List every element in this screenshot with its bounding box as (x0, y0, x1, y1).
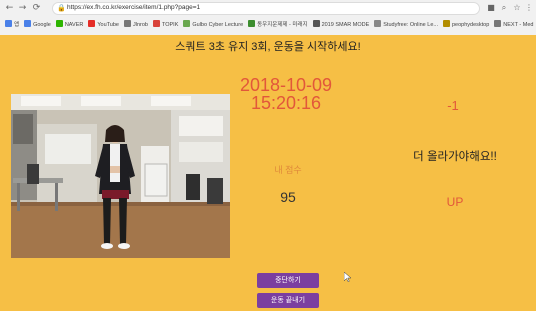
bookmark-item[interactable]: Gulbo Cyber Lecture (183, 18, 243, 33)
bookmarks-bar: 앱 Google NAVER YouTube Jlnrob TOPIK Gulbo Cybe… (0, 18, 536, 33)
address-bar-url: https://ex.fh.co.kr/exercise/item/1.php?… (67, 4, 201, 11)
bookmark-favicon-icon (183, 20, 191, 27)
bookmark-item[interactable]: 앱 (5, 18, 19, 33)
bookmark-favicon-icon (24, 20, 32, 27)
feedback-message: 더 올라가야해요!! (413, 151, 497, 163)
bookmark-item[interactable]: NEXT - Med (494, 18, 533, 33)
exercise-instruction: 스쿼트 3초 유지 3회, 운동을 시작하세요! (175, 41, 361, 53)
bookmark-item[interactable]: Google (24, 18, 51, 33)
bookmark-item[interactable]: YouTube (88, 18, 119, 33)
bookmark-item[interactable]: TOPIK (152, 18, 179, 33)
forward-icon[interactable]: → (17, 3, 28, 14)
bookmark-label: Studyfree: Online Le... (383, 22, 438, 28)
bookmark-item[interactable]: NAVER (55, 18, 84, 33)
bookmark-favicon-icon (123, 20, 131, 27)
bookmark-label: peophydesktop (451, 22, 490, 28)
bookmark-label: 2019 SMAR MODE (321, 22, 370, 28)
score-delta: -1 (447, 98, 459, 113)
menu-icon[interactable]: ⋮ (524, 3, 534, 13)
address-bar[interactable]: 🔒 https://ex.fh.co.kr/exercise/item/1.ph… (52, 2, 480, 15)
lock-icon: 🔒 (57, 4, 66, 12)
extension-icon[interactable]: ■ (486, 3, 496, 13)
session-time: 15:20:16 (250, 93, 322, 113)
browser-toolbar: ← → ⟳ 🔒 https://ex.fh.co.kr/exercise/ite… (0, 0, 536, 17)
bookmark-label: YouTube (97, 22, 119, 28)
bookmark-label: 앱 (14, 22, 20, 28)
direction-hint: UP (446, 195, 464, 209)
star-icon[interactable]: ☆ (512, 3, 522, 13)
end-exercise-button[interactable]: 운동 끝내기 (257, 293, 319, 308)
score-value: 95 (280, 189, 296, 205)
bookmark-item[interactable]: 2019 SMAR MODE (312, 18, 370, 33)
stop-button[interactable]: 중단하기 (257, 273, 319, 288)
score-label: 내 점수 (274, 165, 302, 175)
bookmark-label: 동우지운제제 - 미래지 (257, 22, 308, 28)
bookmark-favicon-icon (494, 20, 502, 27)
search-icon[interactable]: ⌕ (499, 3, 509, 13)
bookmark-label: Gulbo Cyber Lecture (192, 22, 244, 28)
bookmark-favicon-icon (248, 20, 256, 27)
bookmark-favicon-icon (374, 20, 382, 27)
mouse-cursor-icon (344, 272, 352, 282)
bookmark-item[interactable]: peophydesktop (442, 18, 490, 33)
bookmark-item[interactable]: Jlnrob (123, 18, 148, 33)
bookmark-favicon-icon (5, 20, 12, 27)
bookmark-label: NAVER (64, 22, 84, 28)
browser-chrome: ← → ⟳ 🔒 https://ex.fh.co.kr/exercise/ite… (0, 0, 536, 36)
bookmark-label: TOPIK (161, 22, 179, 28)
bookmark-favicon-icon (312, 20, 320, 27)
bookmark-item[interactable]: 동우지운제제 - 미래지 (248, 18, 308, 33)
bookmark-label: Jlnrob (132, 22, 148, 28)
bookmark-favicon-icon (88, 20, 96, 27)
bookmark-label: Google (33, 22, 51, 28)
bookmark-label: NEXT - Med (503, 22, 534, 28)
camera-feed (11, 94, 230, 258)
bookmark-item[interactable]: Studyfree: Online Le... (374, 18, 438, 33)
reload-icon[interactable]: ⟳ (31, 3, 42, 14)
bookmark-favicon-icon (442, 20, 450, 27)
bookmark-favicon-icon (55, 20, 63, 27)
back-icon[interactable]: ← (4, 3, 15, 14)
bookmark-favicon-icon (152, 20, 160, 27)
